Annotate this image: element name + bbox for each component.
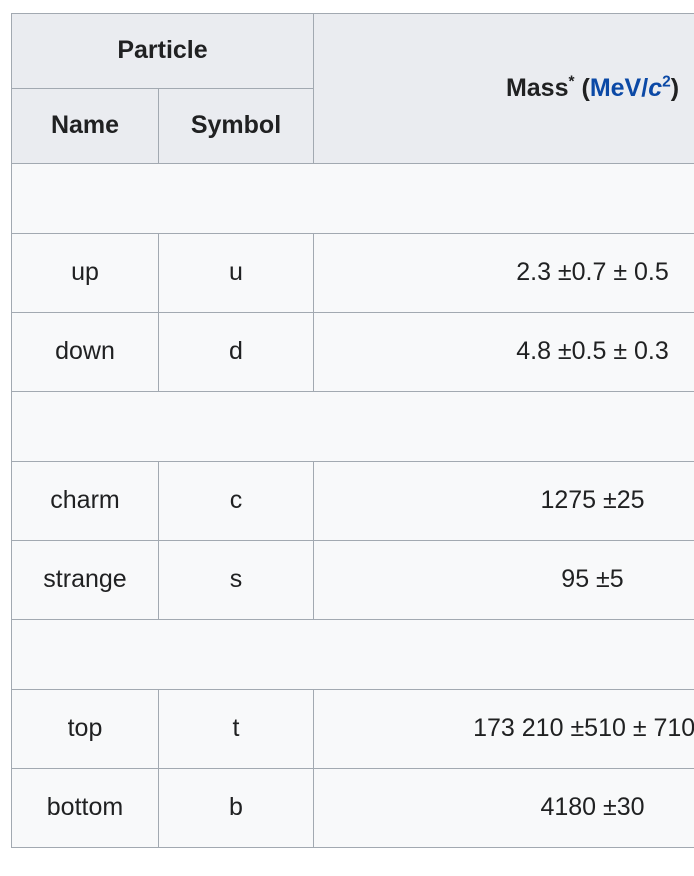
table-row: up u 2.3 ±0.7 ± 0.5 <box>11 233 694 313</box>
mass-header-label: Mass <box>505 73 569 102</box>
mass-open-paren: ( <box>581 73 590 102</box>
table-row: bottom b 4180 ±30 <box>11 768 694 848</box>
table-row: top t 173 210 ±510 ± 710 * <box>11 689 694 769</box>
cell-particle-mass: 173 210 ±510 ± 710 * <box>313 689 694 769</box>
cell-particle-name: strange <box>11 540 159 620</box>
header-row-primary: Particle Mass* (MeV/c2) <box>11 13 694 164</box>
generation-spacer-row <box>11 163 694 234</box>
mass-unit-variable: c <box>648 73 663 102</box>
generation-spacer-row <box>11 619 694 690</box>
generation-spacer-cell <box>11 163 694 234</box>
cell-particle-mass: 2.3 ±0.7 ± 0.5 <box>313 233 694 313</box>
cell-particle-name: down <box>11 312 159 392</box>
table-body: up u 2.3 ±0.7 ± 0.5 down d 4.8 ±0.5 ± 0.3 char… <box>11 163 694 848</box>
cell-particle-symbol: b <box>158 768 314 848</box>
generation-spacer-cell <box>11 619 694 690</box>
page-root: Particle Mass* (MeV/c2) Name Symbol up u 2… <box>0 0 694 876</box>
cell-particle-name: bottom <box>11 768 159 848</box>
mass-unit-exponent: 2 <box>662 73 671 91</box>
cell-particle-name: up <box>11 233 159 313</box>
cell-particle-symbol: t <box>158 689 314 769</box>
generation-spacer-cell <box>11 391 694 462</box>
column-header-particle: Particle <box>11 13 314 89</box>
column-header-name: Name <box>11 88 159 164</box>
table-row: down d 4.8 ±0.5 ± 0.3 <box>11 312 694 392</box>
table-header: Particle Mass* (MeV/c2) Name Symbol <box>11 13 694 164</box>
cell-particle-mass: 95 ±5 <box>313 540 694 620</box>
mass-close-paren: ) <box>670 73 680 102</box>
cell-particle-name: charm <box>11 461 159 541</box>
mass-header-text: Mass* (MeV/c2) <box>506 74 679 102</box>
table-scroll-container: Particle Mass* (MeV/c2) Name Symbol up u 2… <box>11 13 694 848</box>
cell-particle-name: top <box>11 689 159 769</box>
mass-footnote-marker: * <box>568 73 575 91</box>
cell-particle-mass: 4.8 ±0.5 ± 0.3 <box>313 312 694 392</box>
mass-unit-prefix: MeV/ <box>589 73 649 102</box>
cell-particle-mass: 4180 ±30 <box>313 768 694 848</box>
cell-particle-mass: 1275 ±25 <box>313 461 694 541</box>
cell-particle-symbol: u <box>158 233 314 313</box>
column-header-symbol: Symbol <box>158 88 314 164</box>
cell-particle-symbol: d <box>158 312 314 392</box>
cell-particle-symbol: c <box>158 461 314 541</box>
column-header-mass: Mass* (MeV/c2) <box>313 13 694 164</box>
table-row: charm c 1275 ±25 <box>11 461 694 541</box>
mass-unit-link[interactable]: MeV/c2 <box>590 74 671 102</box>
particle-mass-table: Particle Mass* (MeV/c2) Name Symbol up u 2… <box>11 13 694 848</box>
cell-particle-symbol: s <box>158 540 314 620</box>
table-row: strange s 95 ±5 <box>11 540 694 620</box>
generation-spacer-row <box>11 391 694 462</box>
